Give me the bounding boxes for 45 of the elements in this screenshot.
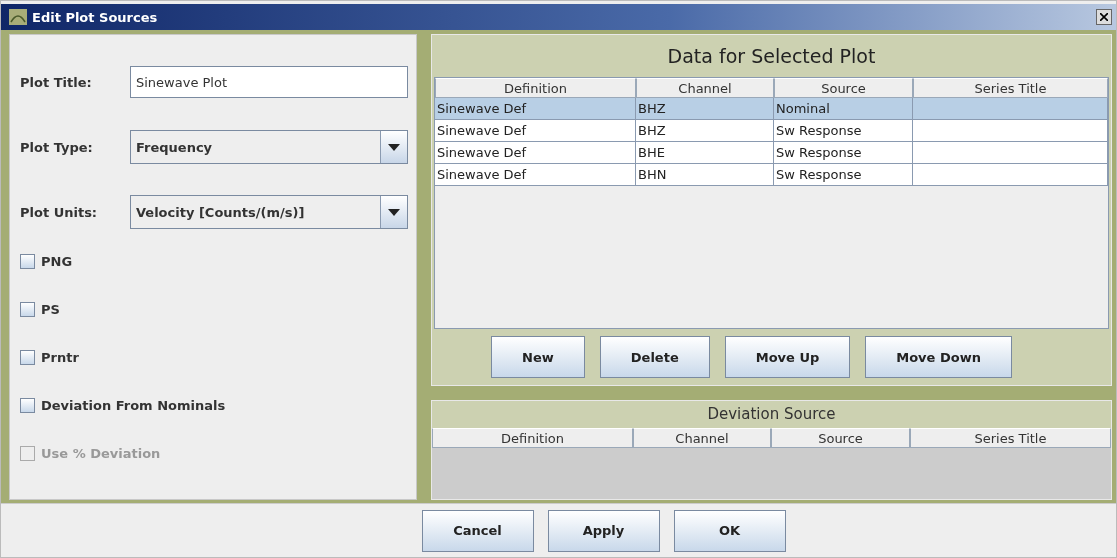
column-header[interactable]: Channel	[636, 78, 774, 98]
column-header[interactable]: Series Title	[910, 428, 1111, 448]
dialog-button[interactable]: Apply	[547, 509, 660, 552]
dialog-button[interactable]: OK	[673, 509, 786, 552]
table-row[interactable]: Sinewave Def BHE Sw Response	[435, 142, 1108, 164]
app-icon	[9, 9, 27, 25]
dropdown[interactable]: Velocity [Counts/(m/s)]	[130, 195, 408, 229]
action-button[interactable]: Delete	[599, 336, 710, 378]
close-icon	[1100, 13, 1108, 21]
action-button[interactable]: Move Down	[865, 336, 1012, 378]
checkbox-label: Prntr	[41, 349, 79, 365]
checkbox[interactable]	[20, 349, 35, 365]
checkbox-label: Use % Deviation	[41, 445, 161, 461]
table-cell: BHN	[636, 164, 774, 186]
column-header[interactable]: Series Title	[913, 78, 1108, 98]
checkbox[interactable]	[20, 397, 35, 413]
action-button[interactable]: New	[491, 336, 585, 378]
close-button[interactable]	[1096, 9, 1112, 25]
column-header[interactable]: Channel	[633, 428, 771, 448]
window-title: Edit Plot Sources	[32, 9, 158, 25]
table-cell: Sw Response	[774, 164, 913, 186]
dropdown[interactable]: Frequency	[130, 130, 408, 164]
checkbox-label: PNG	[41, 253, 73, 269]
table-cell: Sinewave Def	[435, 164, 636, 186]
caret-icon	[388, 208, 400, 216]
table-row[interactable]: Sinewave Def BHN Sw Response	[435, 164, 1108, 186]
checkbox-label: PS	[41, 301, 60, 317]
field-label: Plot Units:	[20, 204, 99, 220]
checkbox-label: Deviation From Nominals	[41, 397, 226, 413]
column-header[interactable]: Source	[771, 428, 910, 448]
column-header[interactable]: Source	[774, 78, 913, 98]
checkbox[interactable]	[20, 301, 35, 317]
dialog-button[interactable]: Cancel	[421, 509, 534, 552]
text-field[interactable]: Sinewave Plot	[130, 66, 408, 98]
checkbox[interactable]	[20, 253, 35, 269]
panel-title: Deviation Source	[706, 404, 837, 425]
column-header[interactable]: Definition	[435, 78, 636, 98]
table-row[interactable]: Sinewave Def BHZ Nominal	[435, 98, 1108, 120]
column-header[interactable]: Definition	[432, 428, 633, 448]
caret-icon	[388, 143, 400, 151]
field-label: Plot Title:	[20, 74, 93, 90]
table-row[interactable]: Sinewave Def BHZ Sw Response	[435, 120, 1108, 142]
field-label: Plot Type:	[20, 139, 94, 155]
panel-title: Data for Selected Plot	[666, 44, 877, 69]
action-button[interactable]: Move Up	[724, 336, 851, 378]
